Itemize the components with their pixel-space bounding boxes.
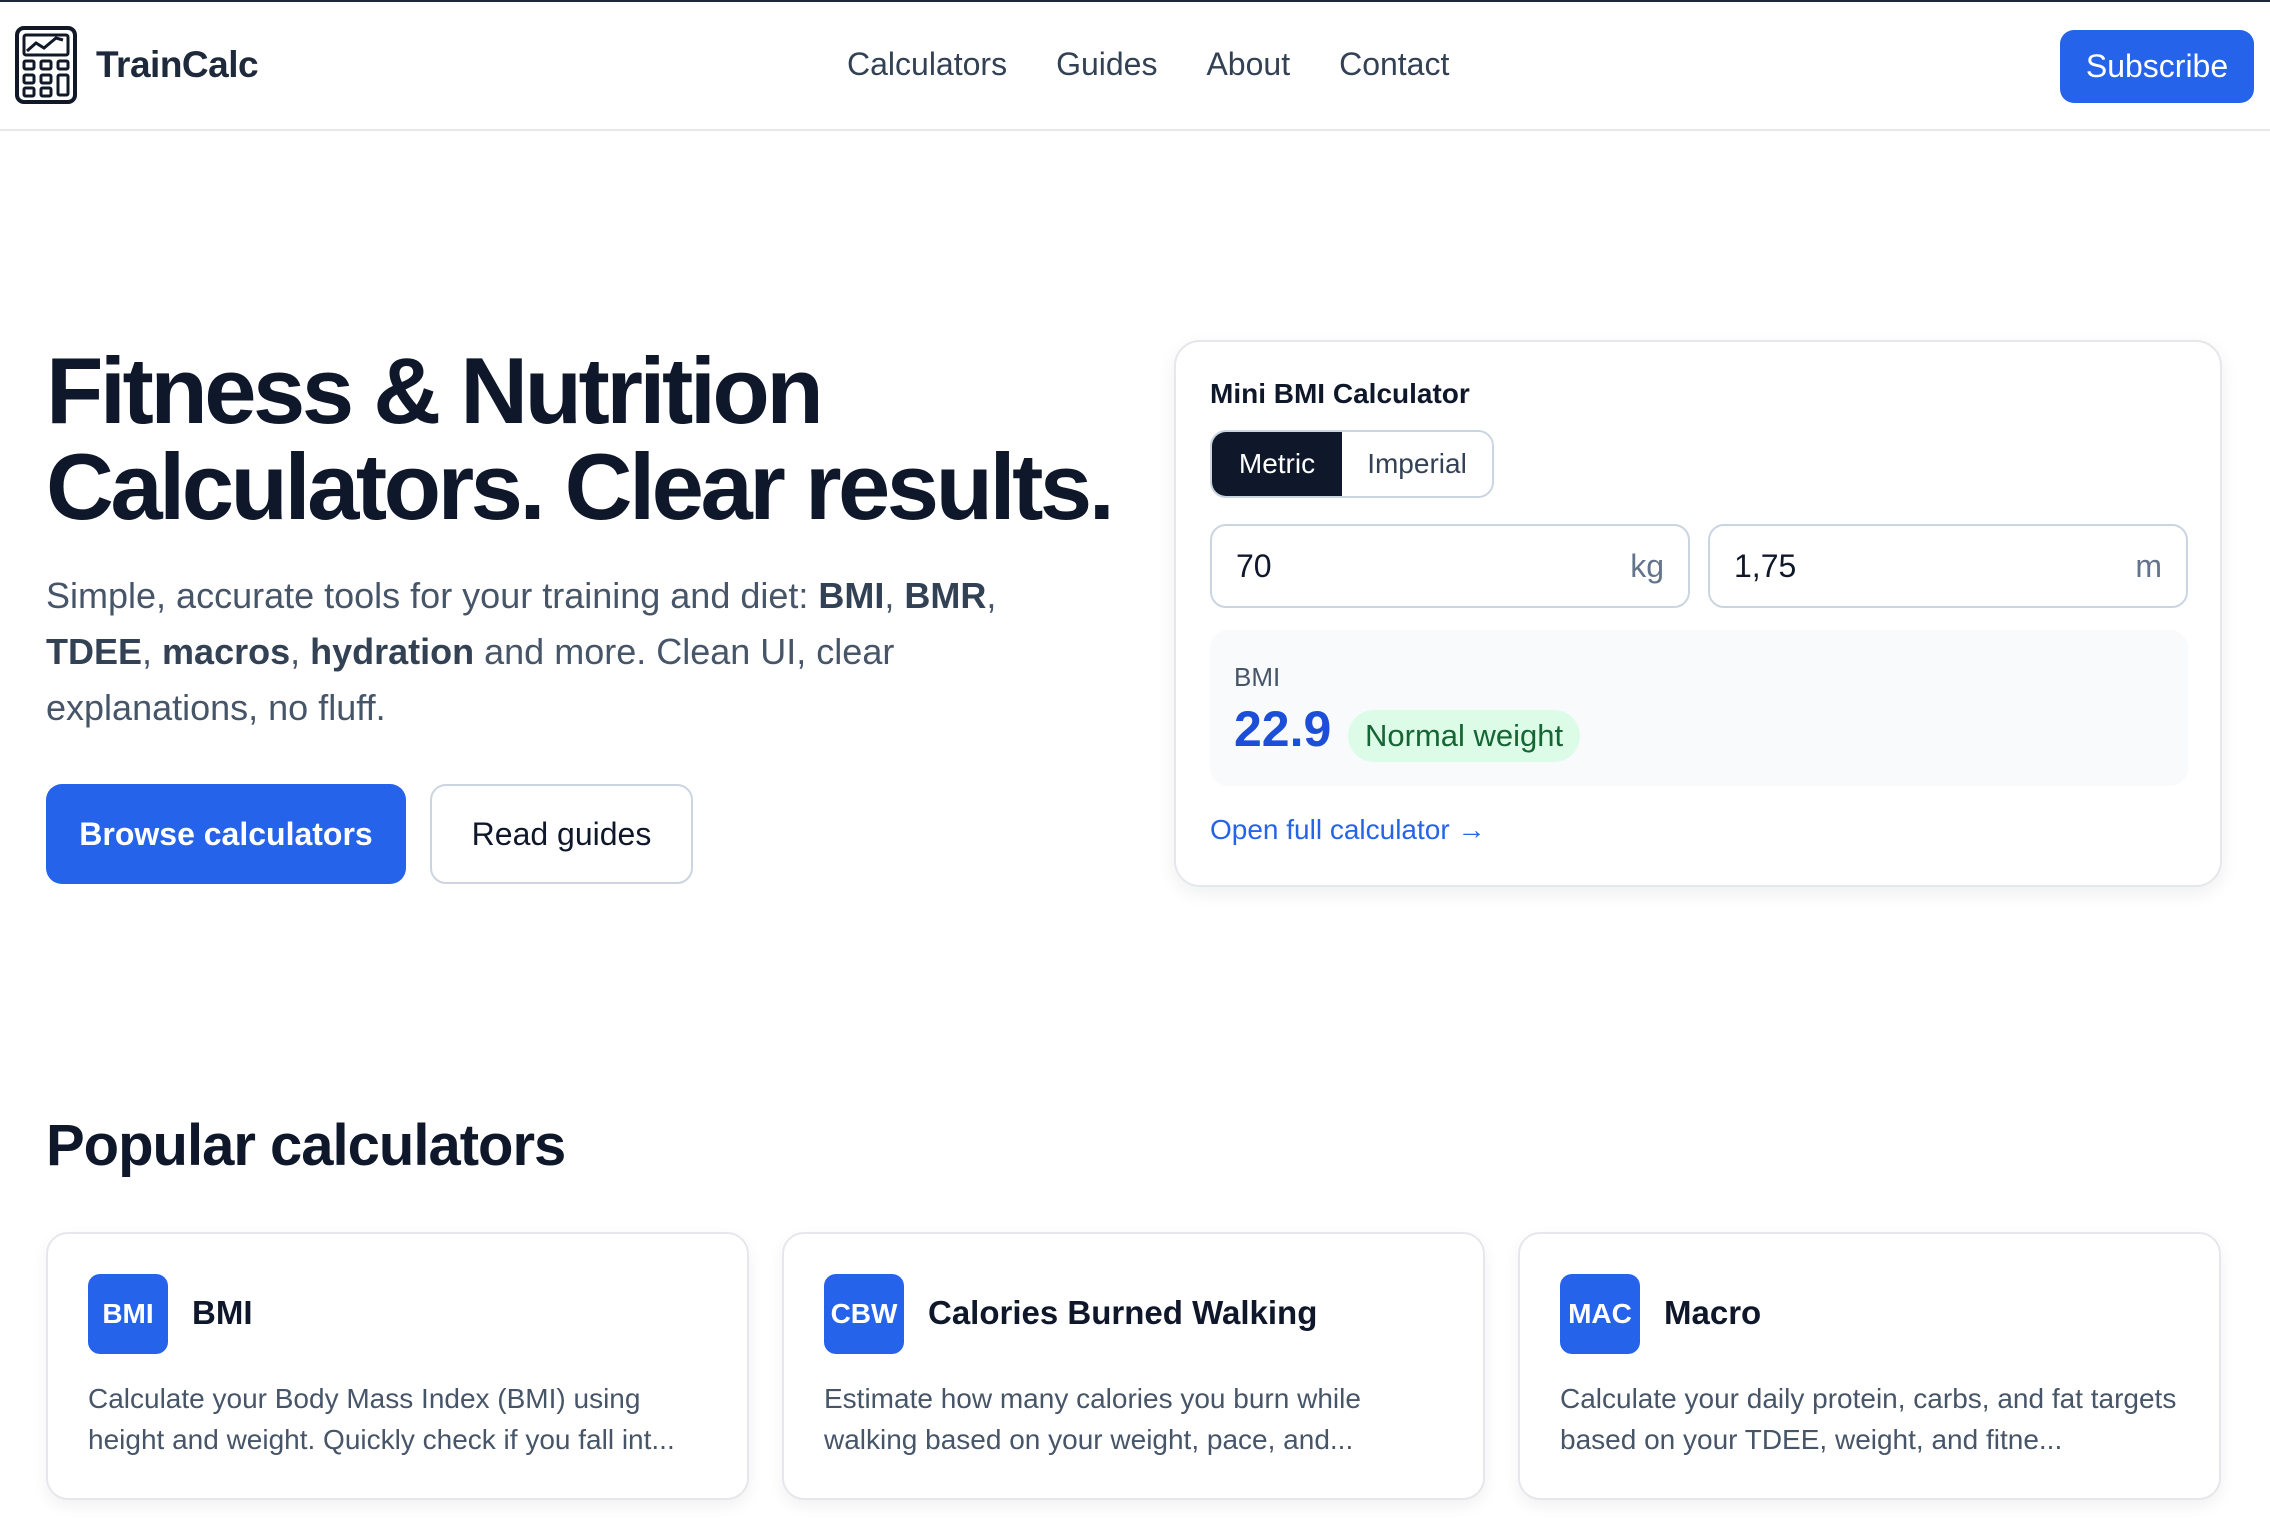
mini-bmi-title: Mini BMI Calculator xyxy=(1210,378,1470,409)
open-full-calculator-link[interactable]: Open full calculator → xyxy=(1210,814,1485,846)
nav-item-about[interactable]: About xyxy=(1206,46,1290,83)
subtitle-sep: , xyxy=(142,631,163,672)
subtitle-text: Simple, accurate tools for your training… xyxy=(46,575,819,616)
main-nav: Calculators Guides About Contact xyxy=(847,46,1498,83)
hero-title: Fitness & Nutrition Calculators. Clear r… xyxy=(46,343,1146,535)
weight-field[interactable]: 70 kg xyxy=(1210,524,1690,608)
subtitle-bmr: BMR xyxy=(904,575,987,616)
subtitle-sep: , xyxy=(986,575,997,616)
unit-metric-option[interactable]: Metric xyxy=(1212,432,1342,496)
subtitle-hydration: hydration xyxy=(310,631,475,672)
cbw-badge-icon: CBW xyxy=(824,1274,904,1354)
card-title: Macro xyxy=(1664,1294,1762,1331)
mini-bmi-card: Mini BMI Calculator Metric Imperial 70 k… xyxy=(1174,340,2222,887)
card-description: Calculate your Body Mass Index (BMI) usi… xyxy=(88,1383,675,1455)
weight-unit: kg xyxy=(1630,547,1664,584)
browse-calculators-button[interactable]: Browse calculators xyxy=(46,784,406,884)
weight-value[interactable]: 70 xyxy=(1236,548,1272,585)
card-title: BMI xyxy=(192,1294,253,1331)
bmi-result-label: BMI xyxy=(1234,662,1281,692)
unit-toggle: Metric Imperial xyxy=(1210,430,1494,498)
height-value[interactable]: 1,75 xyxy=(1734,548,1796,585)
nav-item-calculators[interactable]: Calculators xyxy=(847,46,1007,83)
nav-item-contact[interactable]: Contact xyxy=(1339,46,1449,83)
subtitle-bmi: BMI xyxy=(818,575,885,616)
brand-logo[interactable]: TrainCalc xyxy=(14,25,259,105)
calculator-card-bmi[interactable]: BMI BMI Calculate your Body Mass Index (… xyxy=(46,1232,749,1500)
subtitle-macros: macros xyxy=(162,631,291,672)
height-field[interactable]: 1,75 m xyxy=(1708,524,2188,608)
calculator-chart-icon xyxy=(15,26,77,104)
bmi-badge-icon: BMI xyxy=(88,1274,168,1354)
nav-item-guides[interactable]: Guides xyxy=(1056,46,1157,83)
subtitle-sep: , xyxy=(884,575,905,616)
hero-title-line-2: Calculators. Clear results. xyxy=(46,434,1115,539)
read-guides-button[interactable]: Read guides xyxy=(430,784,693,884)
card-description: Calculate your daily protein, carbs, and… xyxy=(1560,1383,2177,1455)
hero-title-line-1: Fitness & Nutrition xyxy=(46,338,824,443)
subscribe-button[interactable]: Subscribe xyxy=(2060,30,2254,103)
bmi-result-box: BMI 22.9 Normal weight xyxy=(1210,630,2188,786)
height-unit: m xyxy=(2135,547,2162,584)
card-description: Estimate how many calories you burn whil… xyxy=(824,1383,1361,1455)
bmi-result-value: 22.9 xyxy=(1234,701,1332,757)
card-title: Calories Burned Walking xyxy=(928,1294,1318,1331)
site-header: TrainCalc Calculators Guides About Conta… xyxy=(0,2,2270,131)
calculator-card-calories-walking[interactable]: CBW Calories Burned Walking Estimate how… xyxy=(782,1232,1485,1500)
mac-badge-icon: MAC xyxy=(1560,1274,1640,1354)
bmi-category-badge: Normal weight xyxy=(1348,710,1581,762)
hero-subtitle: Simple, accurate tools for your training… xyxy=(46,568,1056,736)
brand-name: TrainCalc xyxy=(96,44,259,85)
calculator-card-macro[interactable]: MAC Macro Calculate your daily protein, … xyxy=(1518,1232,2221,1500)
subtitle-sep: , xyxy=(290,631,311,672)
popular-calculators-heading: Popular calculators xyxy=(46,1113,566,1178)
unit-imperial-option[interactable]: Imperial xyxy=(1342,432,1492,496)
subtitle-tdee: TDEE xyxy=(46,631,143,672)
